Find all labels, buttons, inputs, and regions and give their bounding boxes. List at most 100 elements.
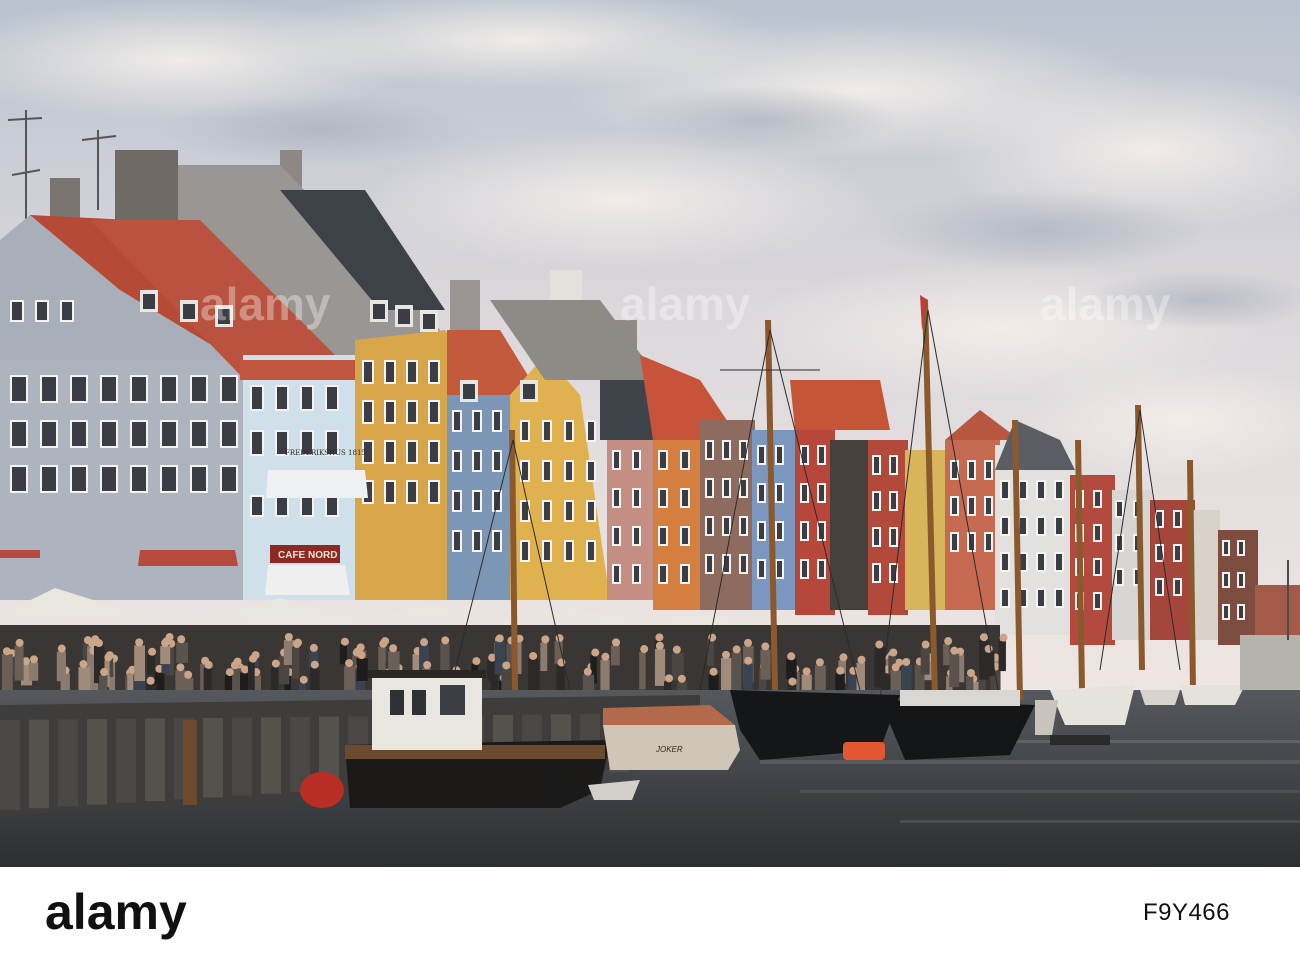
window-pane	[759, 485, 764, 501]
window-pane	[724, 518, 729, 534]
window-pane	[474, 412, 480, 430]
person-head	[502, 661, 511, 670]
person-head	[423, 661, 432, 670]
person-head	[29, 655, 38, 664]
window-pane	[741, 556, 746, 572]
person-head	[999, 633, 1008, 642]
window-pane	[72, 422, 86, 446]
window-pane	[72, 377, 86, 401]
person-head	[857, 655, 866, 664]
person	[378, 646, 386, 671]
alamy-logo: alamy	[45, 884, 187, 940]
person	[901, 664, 912, 691]
person-head	[284, 633, 293, 642]
person-head	[591, 648, 600, 657]
person-head	[379, 639, 388, 648]
window-pane	[522, 422, 528, 440]
window-pane	[1038, 482, 1044, 498]
person	[654, 648, 666, 686]
window-pane	[162, 467, 176, 491]
window-pane	[277, 387, 287, 409]
chimney	[115, 150, 178, 225]
person-head	[950, 646, 959, 655]
window-pane	[1038, 518, 1044, 534]
window-pane	[1224, 574, 1228, 586]
person	[707, 640, 714, 666]
person-head	[761, 642, 770, 651]
window-pane	[660, 452, 666, 468]
window-pane	[634, 490, 639, 506]
person	[920, 647, 930, 675]
person-head	[94, 639, 103, 648]
window-pane	[544, 502, 550, 520]
window-pane	[430, 482, 438, 502]
window-pane	[874, 565, 879, 581]
window-pane	[252, 432, 262, 454]
window-pane	[386, 482, 394, 502]
person-head	[241, 665, 250, 674]
person-head	[15, 638, 24, 647]
piling	[0, 720, 20, 810]
window-pane	[102, 422, 116, 446]
dormer-pane	[183, 304, 195, 319]
window-pane	[1056, 518, 1062, 534]
person-head	[248, 654, 257, 663]
window-pane	[777, 485, 782, 501]
piling	[87, 719, 107, 805]
window-pane	[952, 498, 957, 514]
window-pane	[102, 467, 116, 491]
window-pane	[1175, 580, 1180, 594]
window-pane	[522, 542, 528, 560]
person	[247, 661, 255, 694]
window-pane	[682, 566, 688, 582]
person	[309, 667, 320, 694]
person-head	[815, 658, 824, 667]
window-pane	[1157, 580, 1162, 594]
person-head	[875, 640, 884, 649]
building-sign: FREDERIKSHUS 1815	[285, 449, 366, 457]
window-pane	[1002, 590, 1008, 606]
window-pane	[952, 534, 957, 550]
window-pane	[634, 566, 639, 582]
window-pane	[132, 422, 146, 446]
window-pane	[544, 542, 550, 560]
person-head	[309, 643, 318, 652]
window-pane	[364, 362, 372, 382]
person-head	[184, 670, 193, 679]
window-pane	[682, 490, 688, 506]
person-head	[611, 638, 620, 647]
window-pane	[1056, 590, 1062, 606]
window-pane	[1020, 482, 1026, 498]
alamy-logo-text: alamy	[45, 884, 187, 940]
window-pane	[454, 412, 460, 430]
person	[639, 652, 646, 690]
window-pane	[302, 387, 312, 409]
person-head	[146, 676, 155, 685]
window-pane	[566, 542, 572, 560]
window-pane	[1175, 546, 1180, 560]
window-pane	[1002, 482, 1008, 498]
person	[528, 658, 540, 692]
person-head	[104, 653, 113, 662]
window-pane	[37, 302, 47, 320]
window-pane	[364, 402, 372, 422]
person-head	[79, 660, 88, 669]
window-pane	[42, 377, 56, 401]
window-pane	[682, 452, 688, 468]
window-pane	[891, 529, 896, 545]
window-pane	[408, 402, 416, 422]
window-pane	[252, 497, 262, 515]
person	[721, 657, 732, 692]
window-pane	[1002, 518, 1008, 534]
person	[160, 646, 171, 665]
window-pane	[1117, 502, 1122, 516]
window-pane	[1056, 482, 1062, 498]
person	[743, 663, 753, 691]
piling	[261, 717, 281, 794]
window-pane	[1038, 554, 1044, 570]
window-pane	[192, 467, 206, 491]
person-head	[640, 645, 649, 654]
window-pane	[12, 302, 22, 320]
window-pane	[759, 523, 764, 539]
person-head	[732, 645, 741, 654]
